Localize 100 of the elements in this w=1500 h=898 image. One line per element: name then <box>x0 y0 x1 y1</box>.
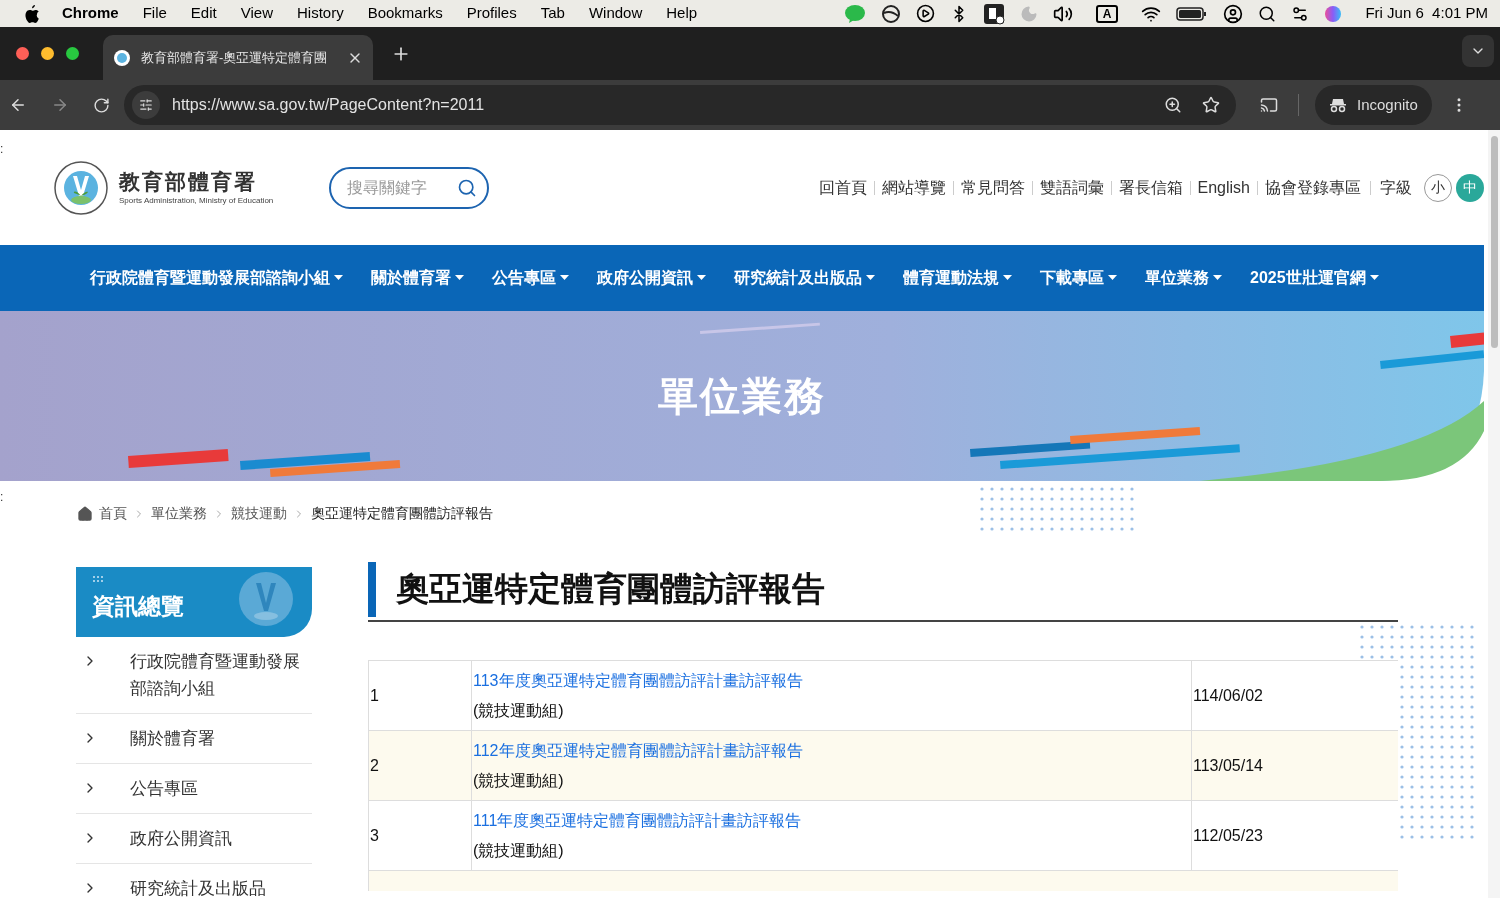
caret-icon <box>560 275 569 281</box>
report-link[interactable]: 111年度奧亞運特定體育團體訪評計畫訪評報告 <box>473 810 1191 831</box>
clock[interactable]: Fri Jun 6 4:01 PM <box>1365 2 1488 25</box>
input-source[interactable]: A <box>1095 4 1119 23</box>
sidebar-item[interactable]: 行政院體育暨運動發展部諮詢小組 <box>76 637 312 714</box>
emblem-icon <box>53 159 109 216</box>
unit-text: (競技運動組) <box>473 840 565 861</box>
site-icon <box>113 48 131 67</box>
site-info-icon[interactable] <box>132 91 160 119</box>
nav-item[interactable]: 體育運動法規 <box>903 266 1012 290</box>
header-link[interactable]: 署長信箱 <box>1118 175 1183 200</box>
banner-title: 單位業務 <box>658 373 826 420</box>
breadcrumb-item[interactable]: 單位業務 <box>151 503 207 524</box>
sidebar-item[interactable]: 公告專區 <box>76 764 312 814</box>
menu-item[interactable]: Window <box>588 2 643 25</box>
browser-tab[interactable]: 教育部體育署-奧亞運特定體育團 <box>103 35 373 80</box>
profile-button[interactable]: Incognito <box>1315 85 1432 125</box>
sidebar-item[interactable]: 研究統計及出版品 <box>76 864 312 898</box>
volume-icon[interactable] <box>1052 3 1073 24</box>
cast-icon[interactable] <box>1260 96 1278 114</box>
site-subtitle: Sports Administration, Ministry of Education <box>119 194 274 207</box>
caret-icon <box>334 275 343 281</box>
stray-mark: : <box>0 141 4 158</box>
site-name[interactable]: 教育部體育署 <box>119 168 274 195</box>
incognito-icon <box>1329 97 1347 113</box>
menu-item[interactable]: Edit <box>190 2 217 25</box>
breadcrumb-item[interactable]: 首頁 <box>99 503 127 524</box>
unit-text: (競技運動組) <box>473 700 565 721</box>
sidebar-item[interactable]: 政府公開資訊 <box>76 814 312 864</box>
address-bar[interactable]: https://www.sa.gov.tw/PageContent?n=2011 <box>124 85 1236 125</box>
back-icon[interactable] <box>9 96 27 114</box>
close-window-icon[interactable] <box>16 47 29 60</box>
minimize-window-icon[interactable] <box>41 47 54 60</box>
nav-item[interactable]: 行政院體育暨運動發展部諮詢小組 <box>90 266 343 290</box>
breadcrumb-item[interactable]: 競技運動 <box>231 503 287 524</box>
apple-icon[interactable] <box>24 4 40 23</box>
report-link[interactable]: 113年度奧亞運特定體育團體訪評計畫訪評報告 <box>473 670 1191 691</box>
search-field[interactable]: 搜尋關鍵字 <box>329 166 490 209</box>
menu-item[interactable]: File <box>142 2 167 25</box>
font-size-option[interactable]: 小 <box>1424 173 1452 202</box>
nav-item[interactable]: 2025世壯運官網 <box>1250 266 1379 290</box>
tab-list-button[interactable] <box>1462 35 1494 67</box>
url-text: https://www.sa.gov.tw/PageContent?n=2011 <box>172 95 485 115</box>
menu-item[interactable]: Help <box>666 2 698 25</box>
header-link[interactable]: 回首頁 <box>818 175 867 200</box>
app-menu[interactable]: Chrome <box>62 2 119 25</box>
header-link[interactable]: 雙語詞彙 <box>1039 175 1104 200</box>
table-cell-text: 114/06/02 <box>1192 685 1264 706</box>
emblem-icon <box>238 571 294 627</box>
home-icon[interactable] <box>77 505 93 522</box>
table-cell: 3 <box>369 801 472 870</box>
app-badge-icon[interactable] <box>982 2 1005 25</box>
tab-title: 教育部體育署-奧亞運特定體育團 <box>141 48 328 67</box>
search-icon[interactable] <box>457 177 478 198</box>
font-size-label: 字級 <box>1380 177 1412 198</box>
control-center-icon[interactable] <box>1291 4 1310 23</box>
sidebar-title: 資訊總覽 <box>92 592 184 621</box>
caret-icon <box>455 275 464 281</box>
page-title: 奧亞運特定體育團體訪評報告 <box>396 568 825 609</box>
header-link[interactable]: 常見問答 <box>960 175 1025 200</box>
forward-icon[interactable] <box>51 96 69 114</box>
bookmark-icon[interactable] <box>1202 96 1220 114</box>
user-icon[interactable] <box>1223 3 1244 24</box>
header-link[interactable]: English <box>1197 175 1250 200</box>
nav-item[interactable]: 下載專區 <box>1040 266 1117 290</box>
menu-item[interactable]: View <box>240 2 273 25</box>
menu-item[interactable]: Profiles <box>466 2 517 25</box>
nav-item[interactable]: 研究統計及出版品 <box>734 266 875 290</box>
caret-icon <box>697 275 706 281</box>
caret-icon <box>1369 275 1379 281</box>
nav-item[interactable]: 單位業務 <box>1145 266 1222 290</box>
zoom-icon[interactable] <box>1164 96 1182 114</box>
header-link[interactable]: 網站導覽 <box>881 175 946 200</box>
stray-mark: : <box>0 489 4 506</box>
nav-item[interactable]: 公告專區 <box>492 266 569 290</box>
reload-icon[interactable] <box>93 96 110 114</box>
caret-icon <box>1003 275 1012 281</box>
breadcrumb-item: 奧亞運特定體育團體訪評報告 <box>311 504 493 523</box>
table-cell: 1 <box>369 661 472 730</box>
search-icon[interactable] <box>1258 4 1277 23</box>
menu-item[interactable]: History <box>296 2 344 25</box>
nav-item[interactable]: 政府公開資訊 <box>597 266 706 290</box>
report-link[interactable]: 112年度奧亞運特定體育團體訪評計畫訪評報告 <box>473 740 1191 761</box>
grid-icon <box>92 575 104 583</box>
caret-icon <box>866 275 875 281</box>
caret-icon <box>1108 275 1117 281</box>
maximize-window-icon[interactable] <box>66 47 79 60</box>
title-accent-bar <box>368 562 376 617</box>
nav-item[interactable]: 關於體育署 <box>371 266 464 290</box>
header-link[interactable]: 協會登錄專區 <box>1265 175 1361 200</box>
menu-item[interactable]: Bookmarks <box>367 2 443 25</box>
orb-icon[interactable] <box>1324 4 1343 23</box>
table-cell-text: 112/05/23 <box>1192 825 1264 846</box>
unit-text: (競技運動組) <box>473 770 565 791</box>
table-cell: 2 <box>369 731 472 800</box>
sidebar-item[interactable]: 關於體育署 <box>76 714 312 764</box>
battery-icon[interactable] <box>1176 5 1209 22</box>
menu-item[interactable]: Tab <box>540 2 565 25</box>
play-icon[interactable] <box>915 4 935 23</box>
caret-icon <box>1213 275 1222 281</box>
